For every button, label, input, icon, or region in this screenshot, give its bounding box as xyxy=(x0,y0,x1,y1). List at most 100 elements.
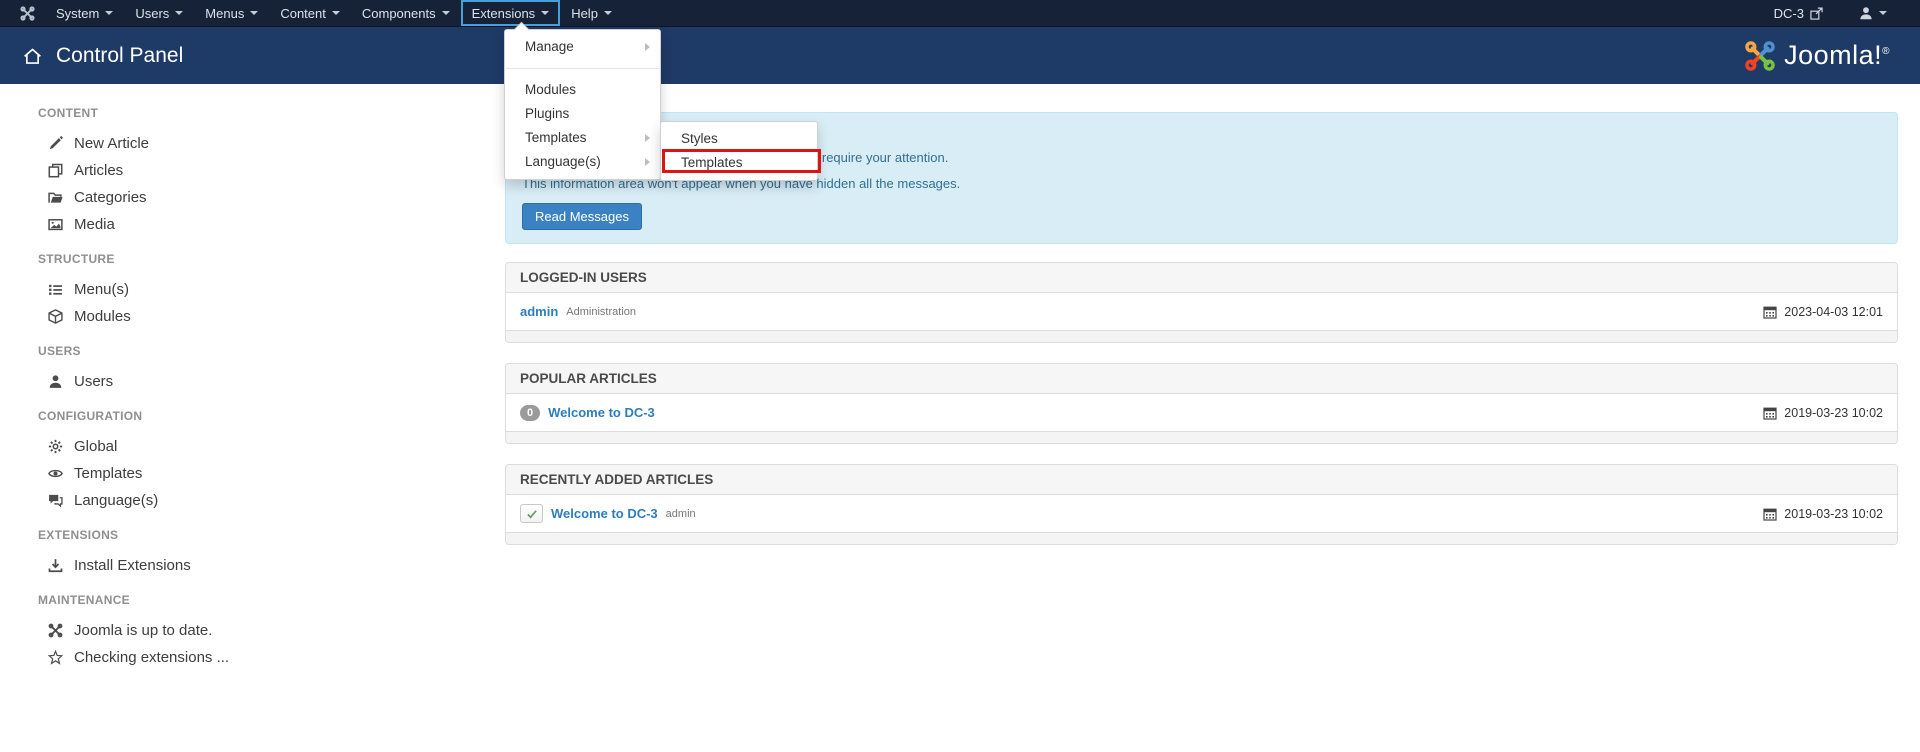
chevron-right-icon xyxy=(645,134,650,142)
check-icon xyxy=(526,509,537,519)
admin-menu-bar: System Users Menus Content Components Ex… xyxy=(0,0,1920,27)
sidebar-item-media[interactable]: Media xyxy=(38,211,288,238)
panel-footer xyxy=(506,532,1897,544)
download-icon xyxy=(47,558,63,573)
comments-icon xyxy=(47,493,63,508)
menu-users-label: Users xyxy=(135,5,170,21)
sidebar-item-install-extensions[interactable]: Install Extensions xyxy=(38,552,288,579)
sidebar-item-joomla-up-to-date[interactable]: Joomla is up to date. xyxy=(38,617,288,644)
login-date: 2023-04-03 12:01 xyxy=(1784,304,1883,319)
star-icon xyxy=(47,650,63,665)
caret-down-icon xyxy=(1879,11,1887,15)
sidebar-item-articles[interactable]: Articles xyxy=(38,157,288,184)
chevron-right-icon xyxy=(645,43,650,51)
calendar-icon xyxy=(1763,508,1777,521)
sidebar-item-users[interactable]: Users xyxy=(38,368,288,395)
admin-menu-right: DC-3 xyxy=(1763,0,1920,26)
row-content: 0 Welcome to DC-3 xyxy=(520,404,655,421)
joomla-logo: Joomla!® xyxy=(1744,40,1898,72)
menu-help[interactable]: Help xyxy=(560,0,623,26)
user-group-label: Administration xyxy=(566,305,636,318)
caret-down-icon xyxy=(331,11,340,15)
menu-components[interactable]: Components xyxy=(351,0,461,26)
sidebar-item-modules[interactable]: Modules xyxy=(38,303,288,330)
sidebar-item-label: Checking extensions ... xyxy=(74,649,230,666)
sidebar-heading-extensions: EXTENSIONS xyxy=(38,528,119,542)
table-row: admin Administration 2023-04-03 12:01 xyxy=(506,293,1897,330)
dropdown-item-templates[interactable]: Templates xyxy=(505,126,660,150)
dropdown-divider xyxy=(506,68,659,69)
page-title: Control Panel xyxy=(56,43,184,67)
site-name-label: DC-3 xyxy=(1773,5,1804,21)
joomla-admin-page: System Users Menus Content Components Ex… xyxy=(0,0,1920,752)
joomla-logo-mark xyxy=(1745,40,1775,71)
sidebar-heading-configuration: CONFIGURATION xyxy=(38,409,143,423)
sidebar-item-menus[interactable]: Menu(s) xyxy=(38,276,288,303)
date-group: 2019-03-23 10:02 xyxy=(1763,507,1883,521)
external-link-icon xyxy=(1810,7,1823,20)
chevron-right-icon xyxy=(645,158,650,166)
menu-extensions[interactable]: Extensions xyxy=(460,0,561,26)
title-bar-left: Control Panel xyxy=(22,44,183,68)
sidebar-item-new-article[interactable]: New Article xyxy=(38,130,288,157)
published-status-button[interactable] xyxy=(520,504,543,523)
dropdown-item-manage[interactable]: Manage xyxy=(505,35,660,59)
sidebar-item-label: Menu(s) xyxy=(74,281,130,298)
dropdown-item-label: Language(s) xyxy=(525,154,601,169)
sidebar-item-global[interactable]: Global xyxy=(38,433,288,460)
copy-icon xyxy=(47,163,63,178)
site-preview-link[interactable]: DC-3 xyxy=(1763,0,1834,26)
sidebar-item-checking-extensions[interactable]: Checking extensions ... xyxy=(38,644,288,671)
dropdown-item-label: Templates xyxy=(525,130,587,145)
menu-menus[interactable]: Menus xyxy=(194,0,269,26)
article-link[interactable]: Welcome to DC-3 xyxy=(548,405,655,420)
user-menu[interactable] xyxy=(1848,0,1898,26)
sidebar-item-languages[interactable]: Language(s) xyxy=(38,487,288,514)
panel-title: LOGGED-IN USERS xyxy=(506,263,1897,293)
sidebar-item-label: New Article xyxy=(74,135,150,152)
submenu-item-label: Styles xyxy=(681,131,718,146)
article-author: admin xyxy=(665,507,696,520)
cube-icon xyxy=(47,309,63,324)
templates-submenu: Styles Templates xyxy=(660,121,821,181)
menu-help-label: Help xyxy=(571,5,598,21)
logged-in-users-panel: LOGGED-IN USERS admin Administration 202… xyxy=(505,262,1898,343)
panel-title: RECENTLY ADDED ARTICLES xyxy=(506,465,1897,495)
sidebar-item-label: Categories xyxy=(74,189,147,206)
sidebar-item-templates[interactable]: Templates xyxy=(38,460,288,487)
calendar-icon xyxy=(1763,407,1777,420)
menu-content[interactable]: Content xyxy=(269,0,351,26)
article-date: 2019-03-23 10:02 xyxy=(1784,506,1883,521)
folder-icon xyxy=(47,190,63,205)
sidebar-item-categories[interactable]: Categories xyxy=(38,184,288,211)
title-bar: Control Panel Joomla!® xyxy=(0,27,1920,84)
date-group: 2023-04-03 12:01 xyxy=(1763,305,1883,319)
read-messages-button[interactable]: Read Messages xyxy=(522,203,642,230)
gear-icon xyxy=(47,439,63,454)
article-date: 2019-03-23 10:02 xyxy=(1784,405,1883,420)
sidebar-item-label: Modules xyxy=(74,308,131,325)
row-content: admin Administration xyxy=(520,304,636,319)
article-link[interactable]: Welcome to DC-3 xyxy=(551,506,658,521)
sidebar-heading-users: USERS xyxy=(38,344,81,358)
sidebar: CONTENT New Article Articles Categories … xyxy=(38,84,288,671)
sidebar-heading-structure: STRUCTURE xyxy=(38,252,115,266)
sidebar-item-label: Users xyxy=(74,373,114,390)
joomla-icon xyxy=(47,623,63,638)
row-content: Welcome to DC-3 admin xyxy=(520,504,696,523)
dropdown-item-label: Manage xyxy=(525,39,574,54)
user-link[interactable]: admin xyxy=(520,304,558,319)
list-icon xyxy=(47,282,63,297)
dropdown-item-plugins[interactable]: Plugins xyxy=(505,102,660,126)
table-row: 0 Welcome to DC-3 2019-03-23 10:02 xyxy=(506,394,1897,431)
dropdown-item-languages[interactable]: Language(s) xyxy=(505,150,660,174)
menu-users[interactable]: Users xyxy=(124,0,194,26)
pencil-icon xyxy=(47,136,63,151)
person-icon xyxy=(1860,7,1872,20)
caret-down-icon xyxy=(105,11,114,15)
submenu-item-templates[interactable]: Templates xyxy=(661,151,817,175)
menu-system[interactable]: System xyxy=(45,0,124,26)
dropdown-item-modules[interactable]: Modules xyxy=(505,78,660,102)
dropdown-item-label: Plugins xyxy=(525,106,570,121)
submenu-item-styles[interactable]: Styles xyxy=(661,127,817,151)
